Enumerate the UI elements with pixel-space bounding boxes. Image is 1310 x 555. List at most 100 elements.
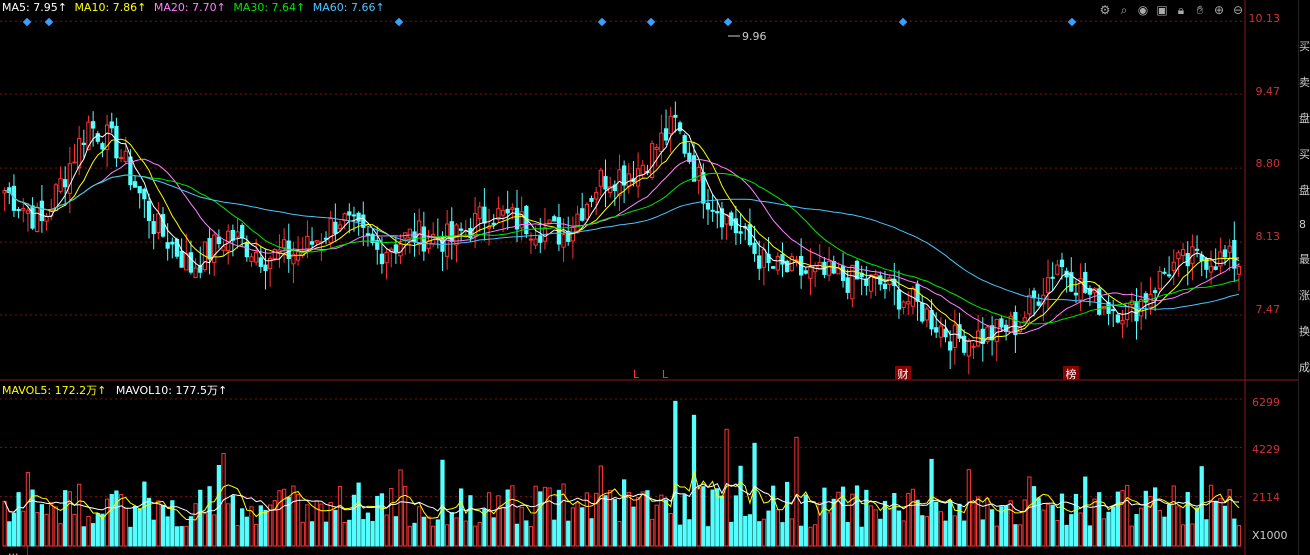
volume-bar (1120, 490, 1125, 547)
candle-body (1232, 240, 1237, 269)
volume-bar (337, 485, 343, 547)
volume-bar (35, 512, 40, 547)
candle-body (673, 114, 678, 118)
candle-body (966, 340, 971, 357)
candle-body (589, 198, 594, 202)
volume-bar (845, 522, 850, 547)
volume-bar (421, 516, 426, 547)
volume-bar (747, 514, 753, 547)
volume-bar (445, 524, 450, 547)
volume-bar (775, 509, 780, 547)
volume-bar (780, 522, 785, 547)
candle-body (58, 178, 63, 192)
candle-body (165, 242, 170, 249)
volume-bar (351, 494, 357, 547)
candle-body (901, 301, 906, 309)
volume-bar (184, 525, 189, 547)
volume-bar (407, 525, 412, 547)
candle-body (421, 226, 426, 252)
volume-bar (766, 510, 771, 547)
volume-bar (854, 485, 860, 547)
volume-bar (1222, 505, 1228, 547)
volume-bar (67, 491, 72, 547)
candle-body (1134, 301, 1139, 322)
volume-bar (668, 512, 673, 547)
volume-bar (375, 495, 380, 547)
volume-bar (1115, 491, 1120, 547)
candle-body (114, 125, 119, 159)
volume-bar (822, 487, 827, 547)
candle-body (580, 208, 585, 221)
volume-bar (398, 469, 403, 547)
candle-body (1073, 292, 1079, 296)
candle-body (81, 142, 86, 145)
volume-bar (440, 459, 445, 547)
candle-body (454, 224, 459, 246)
candle-body (91, 121, 96, 129)
candle-body (1171, 261, 1176, 271)
volume-bar (910, 488, 916, 547)
volume-bar (435, 519, 440, 547)
volume-bar (1171, 485, 1176, 547)
candle-body (249, 256, 254, 262)
volume-bar (86, 516, 91, 547)
candle-body (771, 266, 776, 269)
volume-bar (328, 502, 333, 547)
volume-bar (645, 490, 650, 547)
volume-bar (1134, 514, 1139, 547)
volume-bar (631, 506, 636, 547)
candle-body (934, 327, 939, 333)
volume-bar (263, 509, 268, 547)
volume-bar (291, 485, 296, 547)
volume-bar (663, 499, 669, 547)
candle-body (486, 226, 492, 229)
volume-bar (393, 516, 399, 547)
volume-bar (277, 490, 282, 547)
ma-line (4, 158, 1240, 335)
volume-bar (244, 516, 249, 547)
volume-bar (137, 508, 142, 547)
candle-body (938, 325, 943, 338)
volume-bar (817, 502, 822, 547)
kline-chart[interactable]: 9.96 L L 财 榜 (0, 0, 1310, 555)
candle-body (887, 277, 892, 286)
candle-body (295, 251, 301, 261)
candle-body (715, 211, 720, 214)
candle-body (39, 200, 45, 222)
volume-bar (789, 518, 794, 547)
volume-bar (906, 492, 911, 547)
candle-body (281, 239, 287, 249)
volume-bar (342, 522, 347, 547)
volume-bar (892, 493, 897, 547)
candle-body (244, 242, 249, 258)
volume-bar (1213, 500, 1218, 547)
volume-bar (1162, 516, 1167, 547)
volume-bar (165, 516, 170, 547)
volume-bar (496, 495, 501, 547)
volume-bar (1180, 524, 1186, 547)
candle-body (67, 163, 72, 194)
volume-bar (1199, 466, 1204, 547)
candle-body (906, 301, 911, 305)
candle-body (258, 257, 263, 267)
volume-bar (491, 517, 496, 547)
candle-body (72, 161, 77, 164)
candle-body (351, 214, 357, 217)
volume-bar (7, 521, 12, 547)
volume-bar (622, 479, 627, 547)
candle-body (547, 219, 552, 224)
volume-bar (226, 503, 231, 547)
volume-bar (733, 495, 739, 547)
candle-body (882, 283, 888, 290)
volume-bar (659, 494, 664, 547)
volume-bar (123, 507, 128, 547)
candle-body (30, 205, 35, 229)
candle-body (710, 209, 715, 212)
volume-bar (962, 520, 967, 547)
volume-bar (1031, 486, 1037, 547)
volume-bar (77, 483, 82, 547)
volume-bar (635, 497, 641, 547)
candle-body (840, 265, 846, 281)
volume-bar (1017, 524, 1023, 547)
volume-bar (715, 488, 720, 547)
